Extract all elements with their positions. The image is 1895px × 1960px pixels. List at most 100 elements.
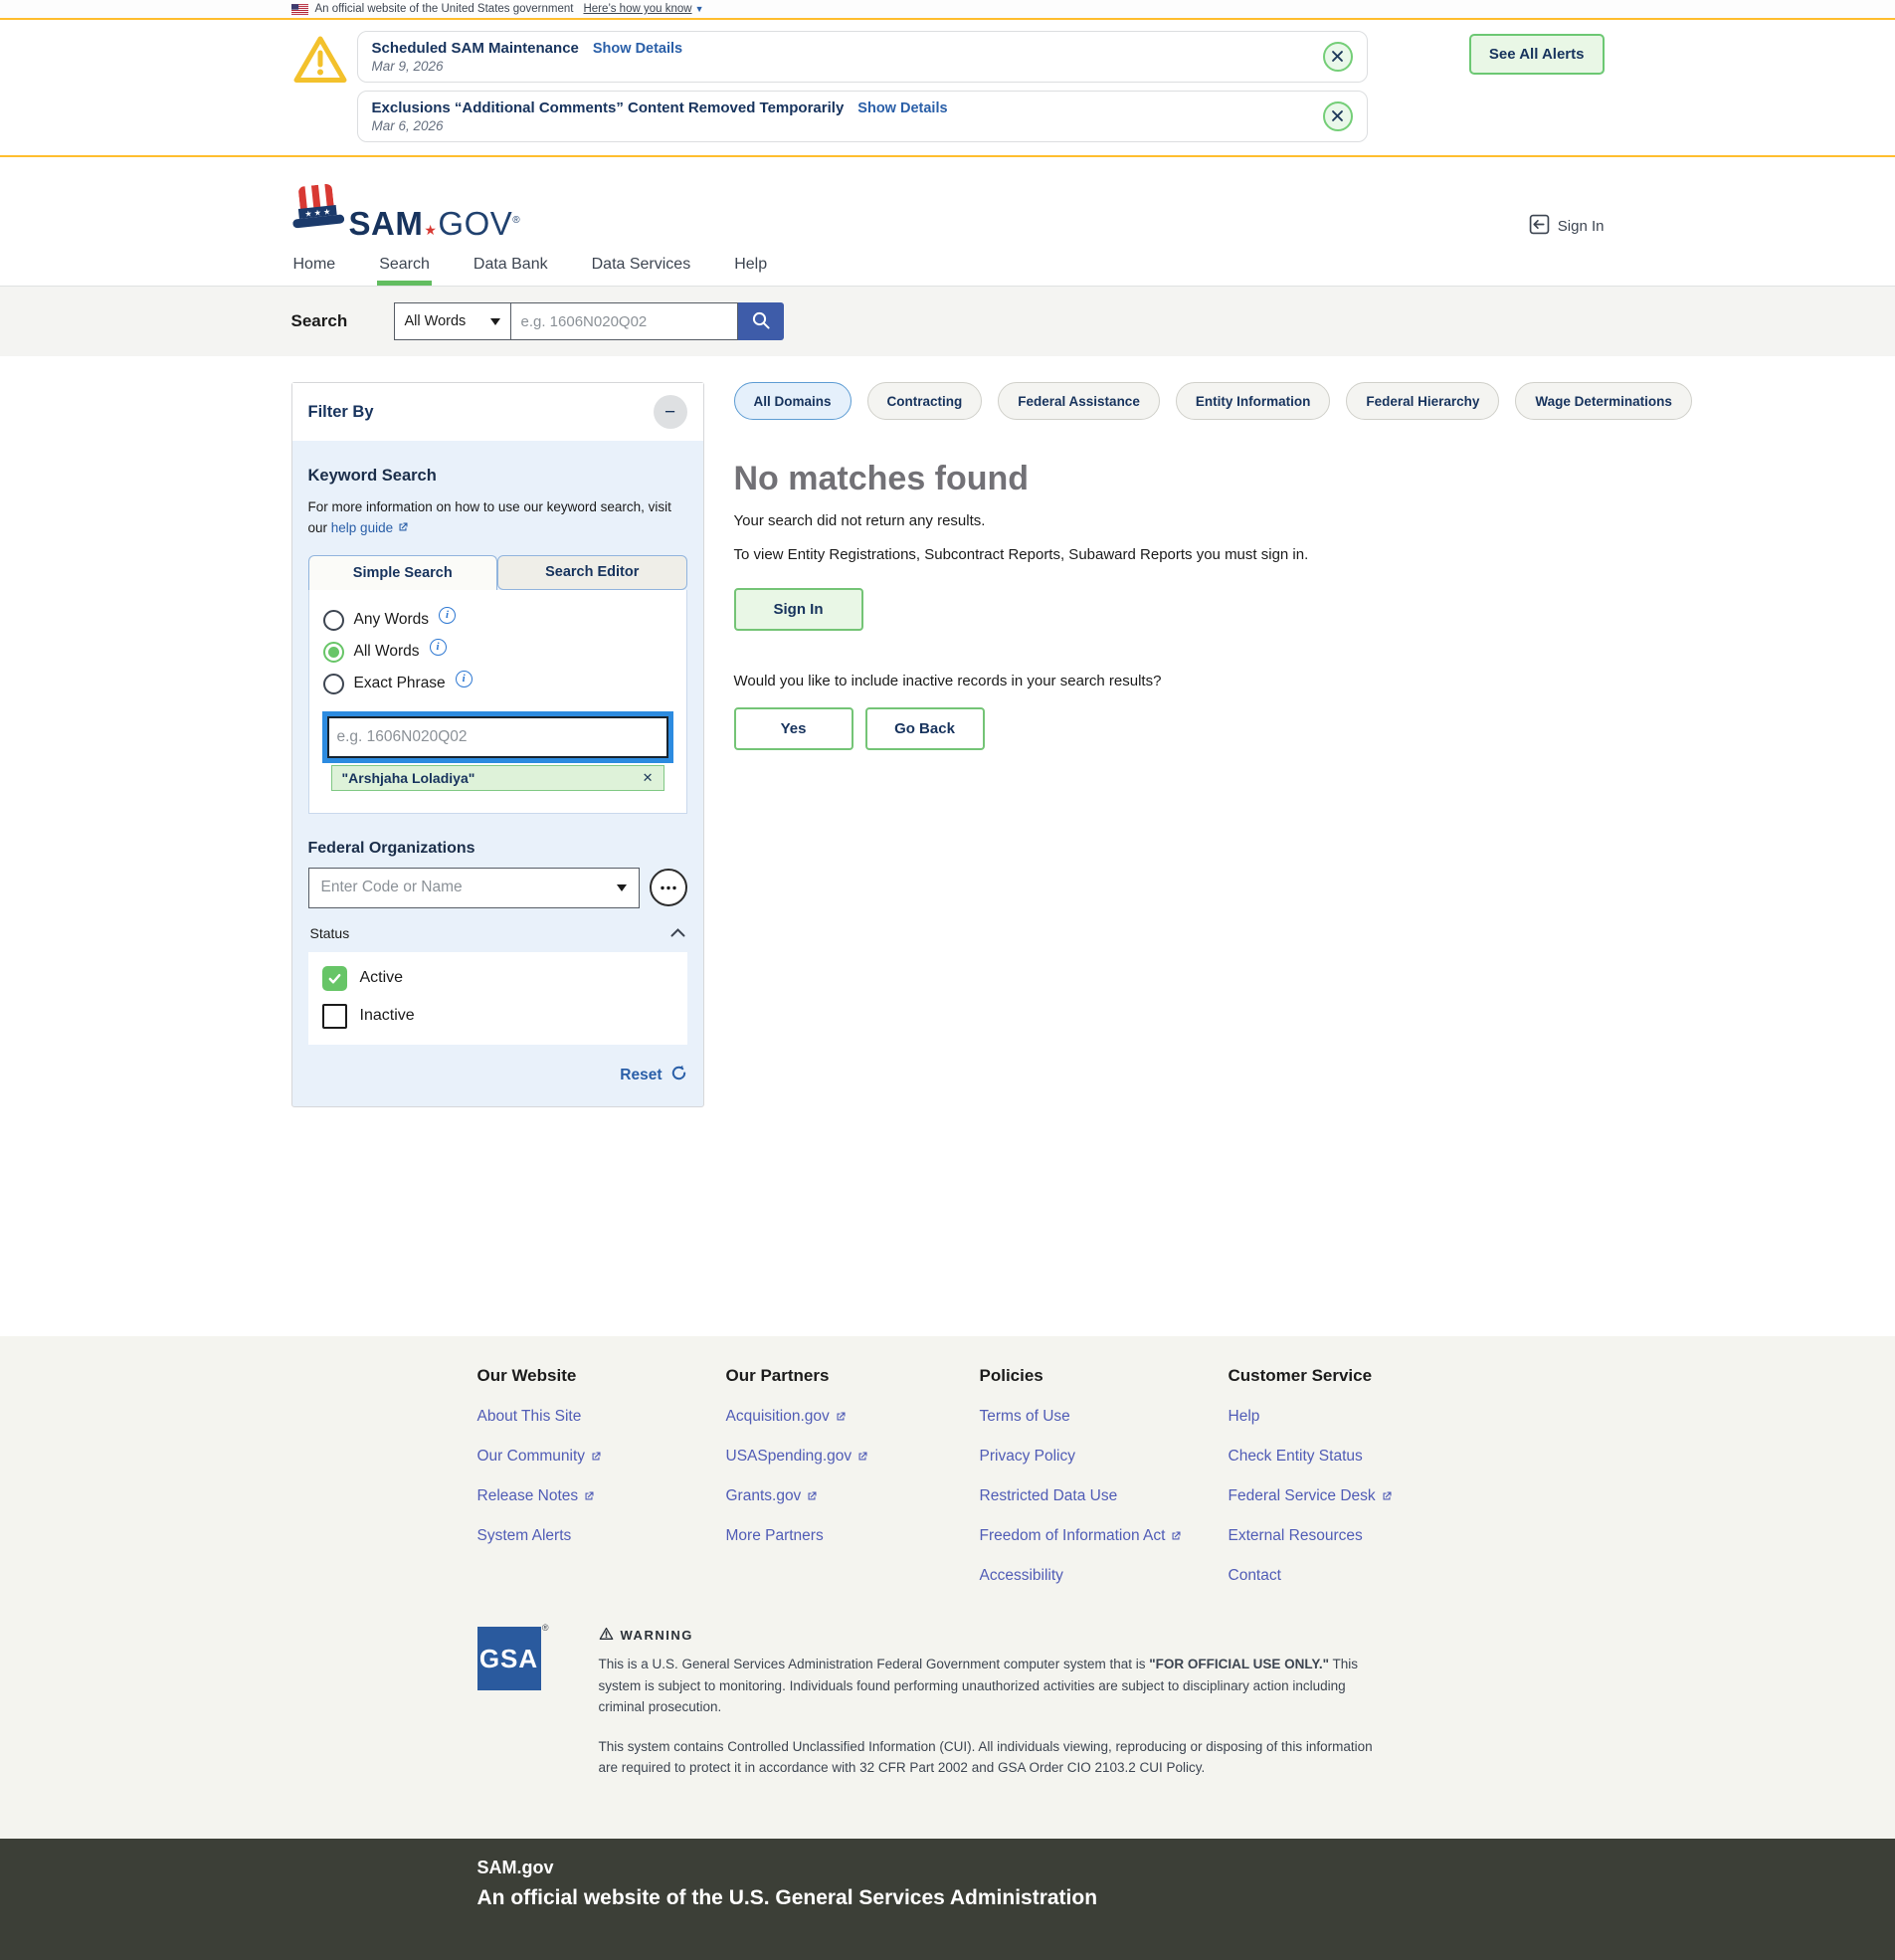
external-link-icon bbox=[835, 1411, 847, 1423]
footer-column-customer-service: Customer ServiceHelpCheck Entity StatusF… bbox=[1229, 1366, 1605, 1585]
sign-in-required-text: To view Entity Registrations, Subcontrac… bbox=[734, 543, 1411, 566]
sam-gov-logo[interactable]: ★ ★ ★ SAM★GOV® bbox=[291, 183, 521, 240]
footer-link-system-alerts[interactable]: System Alerts bbox=[477, 1527, 572, 1545]
footer-link-help[interactable]: Help bbox=[1229, 1408, 1260, 1426]
footer-link-more-partners[interactable]: More Partners bbox=[726, 1527, 824, 1545]
nav-item-help[interactable]: Help bbox=[732, 252, 769, 286]
filter-panel-title: Filter By bbox=[308, 403, 374, 422]
footer-link-our-community[interactable]: Our Community bbox=[477, 1448, 603, 1466]
footer-link-check-entity-status[interactable]: Check Entity Status bbox=[1229, 1448, 1363, 1466]
footer-link-restricted-data-use[interactable]: Restricted Data Use bbox=[980, 1487, 1118, 1505]
keyword-search-input[interactable] bbox=[329, 718, 666, 756]
footer-link-usaspending-gov[interactable]: USASpending.gov bbox=[726, 1448, 869, 1466]
gsa-logo: GSA ® bbox=[477, 1627, 541, 1690]
yes-button[interactable]: Yes bbox=[734, 707, 853, 750]
keyword-chip: "Arshjaha Loladiya" ✕ bbox=[331, 765, 664, 791]
alert-date: Mar 6, 2026 bbox=[372, 118, 948, 133]
domain-pill-federal-assistance[interactable]: Federal Assistance bbox=[998, 382, 1160, 420]
nav-item-home[interactable]: Home bbox=[291, 252, 338, 286]
search-submit-button[interactable] bbox=[738, 302, 784, 340]
no-results-text: Your search did not return any results. bbox=[734, 512, 1692, 529]
footer-link-freedom-of-information-act[interactable]: Freedom of Information Act bbox=[980, 1527, 1183, 1545]
checkbox-active[interactable] bbox=[322, 966, 347, 991]
sign-in-button[interactable]: Sign In bbox=[734, 588, 863, 631]
global-search-input[interactable] bbox=[511, 302, 738, 340]
identifier-site-name: SAM.gov bbox=[477, 1858, 1605, 1878]
caret-down-icon bbox=[617, 884, 627, 891]
nav-item-data-services[interactable]: Data Services bbox=[590, 252, 693, 286]
status-label: Status bbox=[310, 925, 350, 941]
radio-label: Exact Phrase bbox=[354, 675, 446, 692]
federal-org-combobox[interactable]: Enter Code or Name bbox=[308, 868, 640, 908]
search-row-label: Search bbox=[291, 311, 394, 331]
warning-paragraph-1: This is a U.S. General Services Administ… bbox=[599, 1654, 1395, 1718]
checkbox-inactive[interactable] bbox=[322, 1004, 347, 1029]
footer-link-terms-of-use[interactable]: Terms of Use bbox=[980, 1408, 1070, 1426]
alert-show-details-link[interactable]: Show Details bbox=[857, 100, 947, 116]
footer-link-contact[interactable]: Contact bbox=[1229, 1567, 1281, 1585]
see-all-alerts-button[interactable]: See All Alerts bbox=[1469, 34, 1605, 75]
domain-pill-contracting[interactable]: Contracting bbox=[867, 382, 983, 420]
caret-down-icon bbox=[490, 318, 500, 325]
filter-collapse-button[interactable]: − bbox=[654, 395, 687, 429]
warning-title-text: WARNING bbox=[621, 1628, 693, 1643]
alert-date: Mar 9, 2026 bbox=[372, 59, 683, 74]
federal-org-more-button[interactable] bbox=[650, 869, 687, 906]
footer-link-external-resources[interactable]: External Resources bbox=[1229, 1527, 1363, 1545]
radio-all-words[interactable] bbox=[323, 642, 344, 663]
domain-pill-federal-hierarchy[interactable]: Federal Hierarchy bbox=[1346, 382, 1499, 420]
logo-text: SAM★GOV® bbox=[349, 207, 521, 240]
domain-pill-wage-determinations[interactable]: Wage Determinations bbox=[1515, 382, 1692, 420]
logo-star-icon: ★ bbox=[424, 222, 437, 238]
warning-triangle-icon bbox=[291, 73, 349, 90]
gov-banner-how-link[interactable]: Here’s how you know bbox=[583, 3, 691, 15]
status-section-header[interactable]: Status bbox=[310, 924, 685, 942]
radio-any-words[interactable] bbox=[323, 610, 344, 631]
go-back-button[interactable]: Go Back bbox=[865, 707, 985, 750]
alerts-section: Scheduled SAM MaintenanceShow DetailsMar… bbox=[0, 20, 1895, 157]
results-area: All Domains Contracting Federal Assistance… bbox=[734, 382, 1692, 750]
external-link-icon bbox=[806, 1490, 818, 1502]
radio-exact-phrase[interactable] bbox=[323, 674, 344, 694]
radio-row-any-words: Any Wordsi bbox=[323, 610, 672, 631]
external-link-icon bbox=[1170, 1530, 1182, 1542]
footer-column-our-website: Our WebsiteAbout This SiteOur CommunityR… bbox=[477, 1366, 726, 1585]
nav-item-data-bank[interactable]: Data Bank bbox=[472, 252, 550, 286]
federal-organizations-heading: Federal Organizations bbox=[308, 840, 687, 858]
chip-remove-icon[interactable]: ✕ bbox=[643, 771, 654, 784]
info-icon[interactable]: i bbox=[439, 607, 456, 624]
external-link-icon bbox=[583, 1490, 595, 1502]
search-type-dropdown[interactable]: All Words bbox=[394, 302, 511, 340]
tab-search-editor[interactable]: Search Editor bbox=[497, 555, 687, 590]
header-sign-in-label: Sign In bbox=[1558, 218, 1605, 235]
domain-pill-entity-information[interactable]: Entity Information bbox=[1176, 382, 1331, 420]
radio-row-exact-phrase: Exact Phrase i bbox=[323, 674, 672, 694]
radio-label: All Words bbox=[354, 643, 420, 661]
include-inactive-question: Would you like to include inactive recor… bbox=[734, 673, 1692, 689]
alert-close-button[interactable] bbox=[1323, 42, 1353, 72]
domain-pill-all-domains[interactable]: All Domains bbox=[734, 382, 852, 420]
footer-link-grants-gov[interactable]: Grants.gov bbox=[726, 1487, 819, 1505]
footer-link-accessibility[interactable]: Accessibility bbox=[980, 1567, 1063, 1585]
alert-close-button[interactable] bbox=[1323, 101, 1353, 131]
footer-link-about-this-site[interactable]: About This Site bbox=[477, 1408, 582, 1426]
footer-link-acquisition-gov[interactable]: Acquisition.gov bbox=[726, 1408, 847, 1426]
simple-search-panel: Any Wordsi All Words i Exact Phrase i "Arshj… bbox=[308, 590, 687, 814]
status-option-active: Active bbox=[322, 966, 673, 991]
reset-filters-link[interactable]: Reset bbox=[620, 1067, 662, 1084]
chevron-down-icon: ▼ bbox=[695, 4, 704, 14]
help-guide-link[interactable]: help guide bbox=[331, 520, 409, 535]
info-icon[interactable]: i bbox=[456, 671, 473, 687]
alert-card: Scheduled SAM MaintenanceShow DetailsMar… bbox=[357, 31, 1368, 83]
footer-link-privacy-policy[interactable]: Privacy Policy bbox=[980, 1448, 1075, 1466]
alert-show-details-link[interactable]: Show Details bbox=[593, 41, 682, 57]
nav-item-search[interactable]: Search bbox=[377, 252, 432, 286]
gsa-registered-mark: ® bbox=[542, 1623, 549, 1633]
header-sign-in-button[interactable]: Sign In bbox=[1529, 214, 1605, 239]
tab-simple-search[interactable]: Simple Search bbox=[308, 555, 498, 590]
info-icon[interactable]: i bbox=[430, 639, 447, 656]
search-type-value: All Words bbox=[405, 313, 467, 329]
system-warning: WARNING This is a U.S. General Services … bbox=[599, 1627, 1395, 1797]
footer-link-release-notes[interactable]: Release Notes bbox=[477, 1487, 596, 1505]
footer-link-federal-service-desk[interactable]: Federal Service Desk bbox=[1229, 1487, 1393, 1505]
